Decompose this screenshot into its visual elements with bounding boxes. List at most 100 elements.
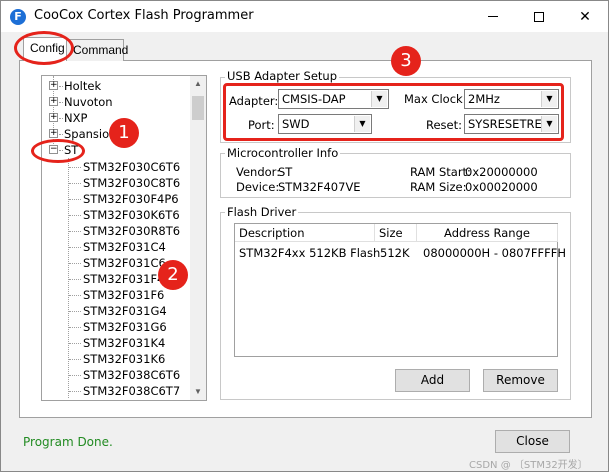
mcu-info-group-title: Microcontroller Info [225,146,341,160]
tree-device-item[interactable]: STM32F030R8T6 [42,223,190,239]
chevron-down-icon: ▼ [541,116,557,132]
annotation-badge-1: 1 [109,118,139,148]
tree-device-item[interactable]: STM32F031K6 [42,351,190,367]
tree-device-label: STM32F031K6 [83,352,166,366]
tree-scrollbar[interactable]: ▲ ▼ [190,76,206,400]
tree-device-label: STM32F030F4P6 [83,192,179,206]
watermark: CSDN @ 〔STM32开发〕 [469,460,588,471]
tree-connector-tick [69,215,81,216]
tree-connector-tick [69,343,81,344]
tree-connector-tick [59,102,63,103]
tree-device-label: STM32F030C8T6 [83,176,181,190]
tab-command[interactable]: Command [66,39,128,61]
tree-device-label: STM32F031C4 [83,240,166,254]
tree-node-label: NXP [64,111,88,125]
expand-icon[interactable]: + [49,81,58,90]
column-address-range[interactable]: Address Range [417,224,558,242]
tree-device-item[interactable]: STM32F030C6T6 [42,159,190,175]
tree-connector-tick [69,167,81,168]
scroll-thumb[interactable] [192,96,204,120]
chevron-down-icon: ▼ [371,91,387,107]
app-window: F CooCox Cortex Flash Programmer ✕ Confi… [0,0,609,472]
app-icon: F [10,9,26,25]
reset-label: Reset: [426,118,462,132]
adapter-select-value: CMSIS-DAP [282,92,346,106]
tree-device-label: STM32F031K4 [83,336,166,350]
tree-device-item[interactable]: STM32F031G6 [42,319,190,335]
collapse-icon[interactable]: − [49,145,58,154]
tree-connector-tick [69,375,81,376]
flash-driver-list-header: Description Size Address Range [235,224,558,242]
tab-config[interactable]: Config [23,37,67,61]
usb-adapter-group-title: USB Adapter Setup [225,69,340,83]
tree-device-label: STM32F038C6T6 [83,368,181,382]
minimize-icon [488,16,498,17]
tree-connector-tick [69,247,81,248]
ram-size-value: 0x00020000 [465,180,538,194]
expand-icon[interactable]: + [49,129,58,138]
tree-connector-tick [69,327,81,328]
title-bar: F CooCox Cortex Flash Programmer ✕ [1,1,608,32]
row-size: 512K [380,246,410,260]
scroll-up-icon[interactable]: ▲ [190,76,206,92]
tree-device-item[interactable]: STM32F030F4P6 [42,191,190,207]
chevron-down-icon: ▼ [354,116,370,132]
tree-device-label: STM32F030K6T6 [83,208,180,222]
tree-connector-tick [69,263,81,264]
tree-device-item[interactable]: STM32F030C8T6 [42,175,190,191]
tree-device-label: STM32F030C6T6 [83,160,181,174]
flash-driver-group-title: Flash Driver [225,205,299,219]
port-select-value: SWD [282,117,310,131]
tree-node-holtek[interactable]: + Holtek [42,78,190,94]
tree-device-item[interactable]: STM32F030K6T6 [42,207,190,223]
close-icon: ✕ [579,8,591,25]
window-title: CooCox Cortex Flash Programmer [34,8,254,23]
row-description: STM32F4xx 512KB Flash [239,246,381,260]
reset-select[interactable]: SYSRESETREQ ▼ [464,114,559,134]
add-button[interactable]: Add [395,369,470,392]
tree-device-label: STM32F031C6 [83,256,166,270]
tree-device-item[interactable]: STM32F038C6T6 [42,367,190,383]
tree-connector-tick [69,183,81,184]
annotation-badge-2: 2 [158,260,188,290]
tree-node-nuvoton[interactable]: + Nuvoton [42,94,190,110]
ram-start-label: RAM Start: [410,165,471,179]
flash-driver-list[interactable]: Description Size Address Range STM32F4xx… [234,223,566,357]
tree-node-label: Nuvoton [64,95,113,109]
tree-device-item[interactable]: STM32F031C4 [42,239,190,255]
tree-device-item[interactable]: STM32F031G4 [42,303,190,319]
close-button[interactable]: Close [495,430,570,453]
expand-icon[interactable]: + [49,113,58,122]
tree-connector-tick [69,295,81,296]
vendor-label: Vendor: [236,165,281,179]
column-description[interactable]: Description [235,224,375,242]
annotation-badge-3: 3 [391,46,421,76]
scroll-down-icon[interactable]: ▼ [190,384,206,400]
row-address-range: 08000000H - 0807FFFFH [423,246,567,260]
tree-node-label: Holtek [64,79,102,93]
tree-device-label: STM32F031F4 [83,272,165,286]
adapter-label: Adapter: [229,94,279,108]
remove-button[interactable]: Remove [483,369,558,392]
tree-device-item[interactable]: STM32F038C6T7 [42,383,190,399]
tree-device-label: STM32F031G6 [83,320,167,334]
ram-start-value: 0x20000000 [465,165,538,179]
tree-connector-tick [69,311,81,312]
tree-device-label: STM32F031F6 [83,288,165,302]
adapter-select[interactable]: CMSIS-DAP ▼ [278,89,389,109]
port-label: Port: [248,118,275,132]
tree-connector-tick [59,134,63,135]
tree-device-item[interactable]: STM32F031K4 [42,335,190,351]
column-size[interactable]: Size [375,224,417,242]
vendor-value: ST [278,165,293,179]
maximize-icon [534,11,544,22]
minimize-button[interactable] [470,1,516,32]
maximize-button[interactable] [516,1,562,32]
max-clock-select[interactable]: 2MHz ▼ [464,89,559,109]
expand-icon[interactable]: + [49,97,58,106]
close-window-button[interactable]: ✕ [562,1,608,32]
tree-device-label: STM32F031G4 [83,304,167,318]
port-select[interactable]: SWD ▼ [278,114,372,134]
tree-connector-tick [59,118,63,119]
tree-connector-tick [59,150,63,151]
